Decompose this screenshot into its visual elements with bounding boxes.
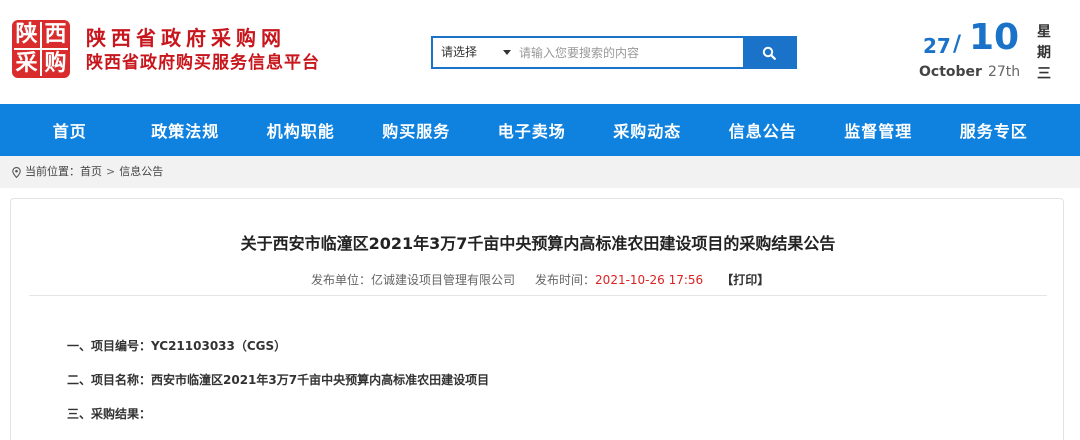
article-panel: 关于西安市临潼区2021年3万7千亩中央预算内高标准农田建设项目的采购结果公告 … xyxy=(10,198,1064,440)
nav-item-service-zone[interactable]: 服务专区 xyxy=(936,118,1052,142)
article-meta: 发布单位：亿诚建设项目管理有限公司 发布时间：2021-10-26 17:56 【打… xyxy=(311,271,769,288)
date-day: 27 xyxy=(923,34,951,58)
nav-item-announcements[interactable]: 信息公告 xyxy=(705,118,821,142)
logo-seal: 陕 西 采 购 xyxy=(12,20,70,78)
print-link[interactable]: 【打印】 xyxy=(721,273,769,287)
search-bar: 请选择 xyxy=(431,36,797,69)
site-header: 陕 西 采 购 陕西省政府采购网 陕西省政府购买服务信息平台 请选择 27 / … xyxy=(0,0,1080,104)
nav-item-purchase-services[interactable]: 购买服务 xyxy=(359,118,475,142)
weekday-char: 三 xyxy=(1037,66,1051,82)
breadcrumb-current[interactable]: 信息公告 xyxy=(119,156,163,188)
logo-char: 陕 xyxy=(15,22,38,47)
project-number-line: 一、项目编号：YC21103033（CGS） xyxy=(67,339,287,353)
logo-char: 购 xyxy=(44,51,67,76)
nav-item-procurement-news[interactable]: 采购动态 xyxy=(590,118,706,142)
month-name: October xyxy=(919,64,982,80)
weekday-char: 星 xyxy=(1037,24,1051,40)
nav-item-policy[interactable]: 政策法规 xyxy=(128,118,244,142)
project-name-line: 二、项目名称：西安市临潼区2021年3万7千亩中央预算内高标准农田建设项目 xyxy=(67,373,490,387)
publisher-name: 亿诚建设项目管理有限公司 xyxy=(371,273,516,287)
article-title: 关于西安市临潼区2021年3万7千亩中央预算内高标准农田建设项目的采购结果公告 xyxy=(240,234,836,253)
weekday-char: 期 xyxy=(1037,45,1051,61)
nav-item-e-mall[interactable]: 电子卖场 xyxy=(474,118,590,142)
site-logo[interactable]: 陕 西 采 购 xyxy=(12,20,70,78)
weekday: 星 期 三 xyxy=(1036,22,1052,85)
main-nav: 首页 政策法规 机构职能 购买服务 电子卖场 采购动态 信息公告 监督管理 服务… xyxy=(0,104,1080,156)
logo-divider xyxy=(40,22,42,76)
date-month: 10 xyxy=(969,17,1020,58)
nav-item-organization[interactable]: 机构职能 xyxy=(243,118,359,142)
location-pin-icon xyxy=(12,166,21,178)
breadcrumb-prefix: 当前位置： xyxy=(25,165,80,178)
search-button[interactable] xyxy=(743,38,795,67)
nav-item-home[interactable]: 首页 xyxy=(12,118,128,142)
publish-time-label: 发布时间： xyxy=(535,273,596,287)
logo-char: 采 xyxy=(15,51,38,76)
logo-char: 西 xyxy=(44,22,67,47)
date-slash: / xyxy=(953,32,962,57)
search-input[interactable] xyxy=(515,38,743,67)
article-divider xyxy=(29,295,1047,296)
nav-item-supervision[interactable]: 监督管理 xyxy=(821,118,937,142)
breadcrumb-separator: > xyxy=(106,165,116,178)
breadcrumb: 当前位置： 首页 > 信息公告 xyxy=(0,156,1080,188)
breadcrumb-home[interactable]: 首页 xyxy=(80,156,102,188)
day-ordinal: 27th xyxy=(987,64,1021,80)
site-subtitle: 陕西省政府购买服务信息平台 xyxy=(86,53,320,73)
site-title: 陕西省政府采购网 xyxy=(86,26,286,50)
search-icon xyxy=(762,46,776,60)
procurement-result-heading: 三、采购结果： xyxy=(67,407,152,421)
publish-time: 2021-10-26 17:56 xyxy=(595,273,704,287)
caret-down-icon[interactable] xyxy=(503,50,511,55)
publisher-label: 发布单位： xyxy=(311,273,372,287)
date-display: 27 / 10 October 27th 星 期 三 xyxy=(915,17,1065,86)
date-english: October 27th xyxy=(919,64,1020,80)
